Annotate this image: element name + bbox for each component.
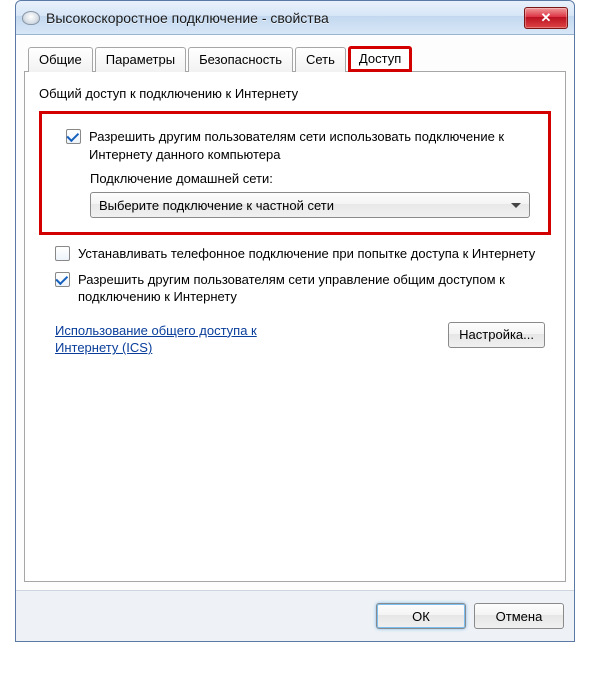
- checkbox-allow-control[interactable]: [55, 272, 70, 287]
- settings-button[interactable]: Настройка...: [448, 322, 545, 348]
- label-allow-share: Разрешить другим пользователям сети испо…: [89, 128, 540, 163]
- dropdown-value: Выберите подключение к частной сети: [99, 198, 334, 213]
- tab-panel-access: Общий доступ к подключению к Интернету Р…: [24, 72, 566, 582]
- tab-access[interactable]: Доступ: [348, 46, 412, 72]
- tab-general[interactable]: Общие: [28, 47, 93, 72]
- tab-security[interactable]: Безопасность: [188, 47, 293, 72]
- ok-button[interactable]: ОК: [376, 603, 466, 629]
- bottom-row: Использование общего доступа к Интернету…: [55, 322, 545, 357]
- tabs-row: Общие Параметры Безопасность Сеть Доступ: [24, 45, 566, 72]
- checkbox-allow-share[interactable]: [66, 129, 81, 144]
- highlight-allow-share: Разрешить другим пользователям сети испо…: [39, 111, 551, 235]
- window-title: Высокоскоростное подключение - свойства: [46, 10, 524, 26]
- option-allow-control: Разрешить другим пользователям сети упра…: [55, 271, 551, 306]
- titlebar: Высокоскоростное подключение - свойства …: [16, 1, 574, 35]
- label-home-network: Подключение домашней сети:: [90, 171, 540, 186]
- close-button[interactable]: ✕: [524, 7, 568, 29]
- checkbox-dial[interactable]: [55, 246, 70, 261]
- label-dial: Устанавливать телефонное подключение при…: [78, 245, 551, 263]
- dropdown-home-network[interactable]: Выберите подключение к частной сети: [90, 192, 530, 218]
- label-allow-control: Разрешить другим пользователям сети упра…: [78, 271, 551, 306]
- option-allow-share: Разрешить другим пользователям сети испо…: [66, 128, 540, 163]
- group-title: Общий доступ к подключению к Интернету: [39, 86, 551, 101]
- dialog-footer: ОК Отмена: [16, 590, 574, 641]
- properties-window: Высокоскоростное подключение - свойства …: [15, 0, 575, 642]
- option-dial: Устанавливать телефонное подключение при…: [55, 245, 551, 263]
- cancel-button[interactable]: Отмена: [474, 603, 564, 629]
- ics-link[interactable]: Использование общего доступа к Интернету…: [55, 322, 315, 357]
- close-icon: ✕: [541, 10, 552, 26]
- tab-network[interactable]: Сеть: [295, 47, 346, 72]
- tab-parameters[interactable]: Параметры: [95, 47, 186, 72]
- connection-icon: [22, 11, 40, 25]
- dialog-body: Общие Параметры Безопасность Сеть Доступ…: [16, 35, 574, 590]
